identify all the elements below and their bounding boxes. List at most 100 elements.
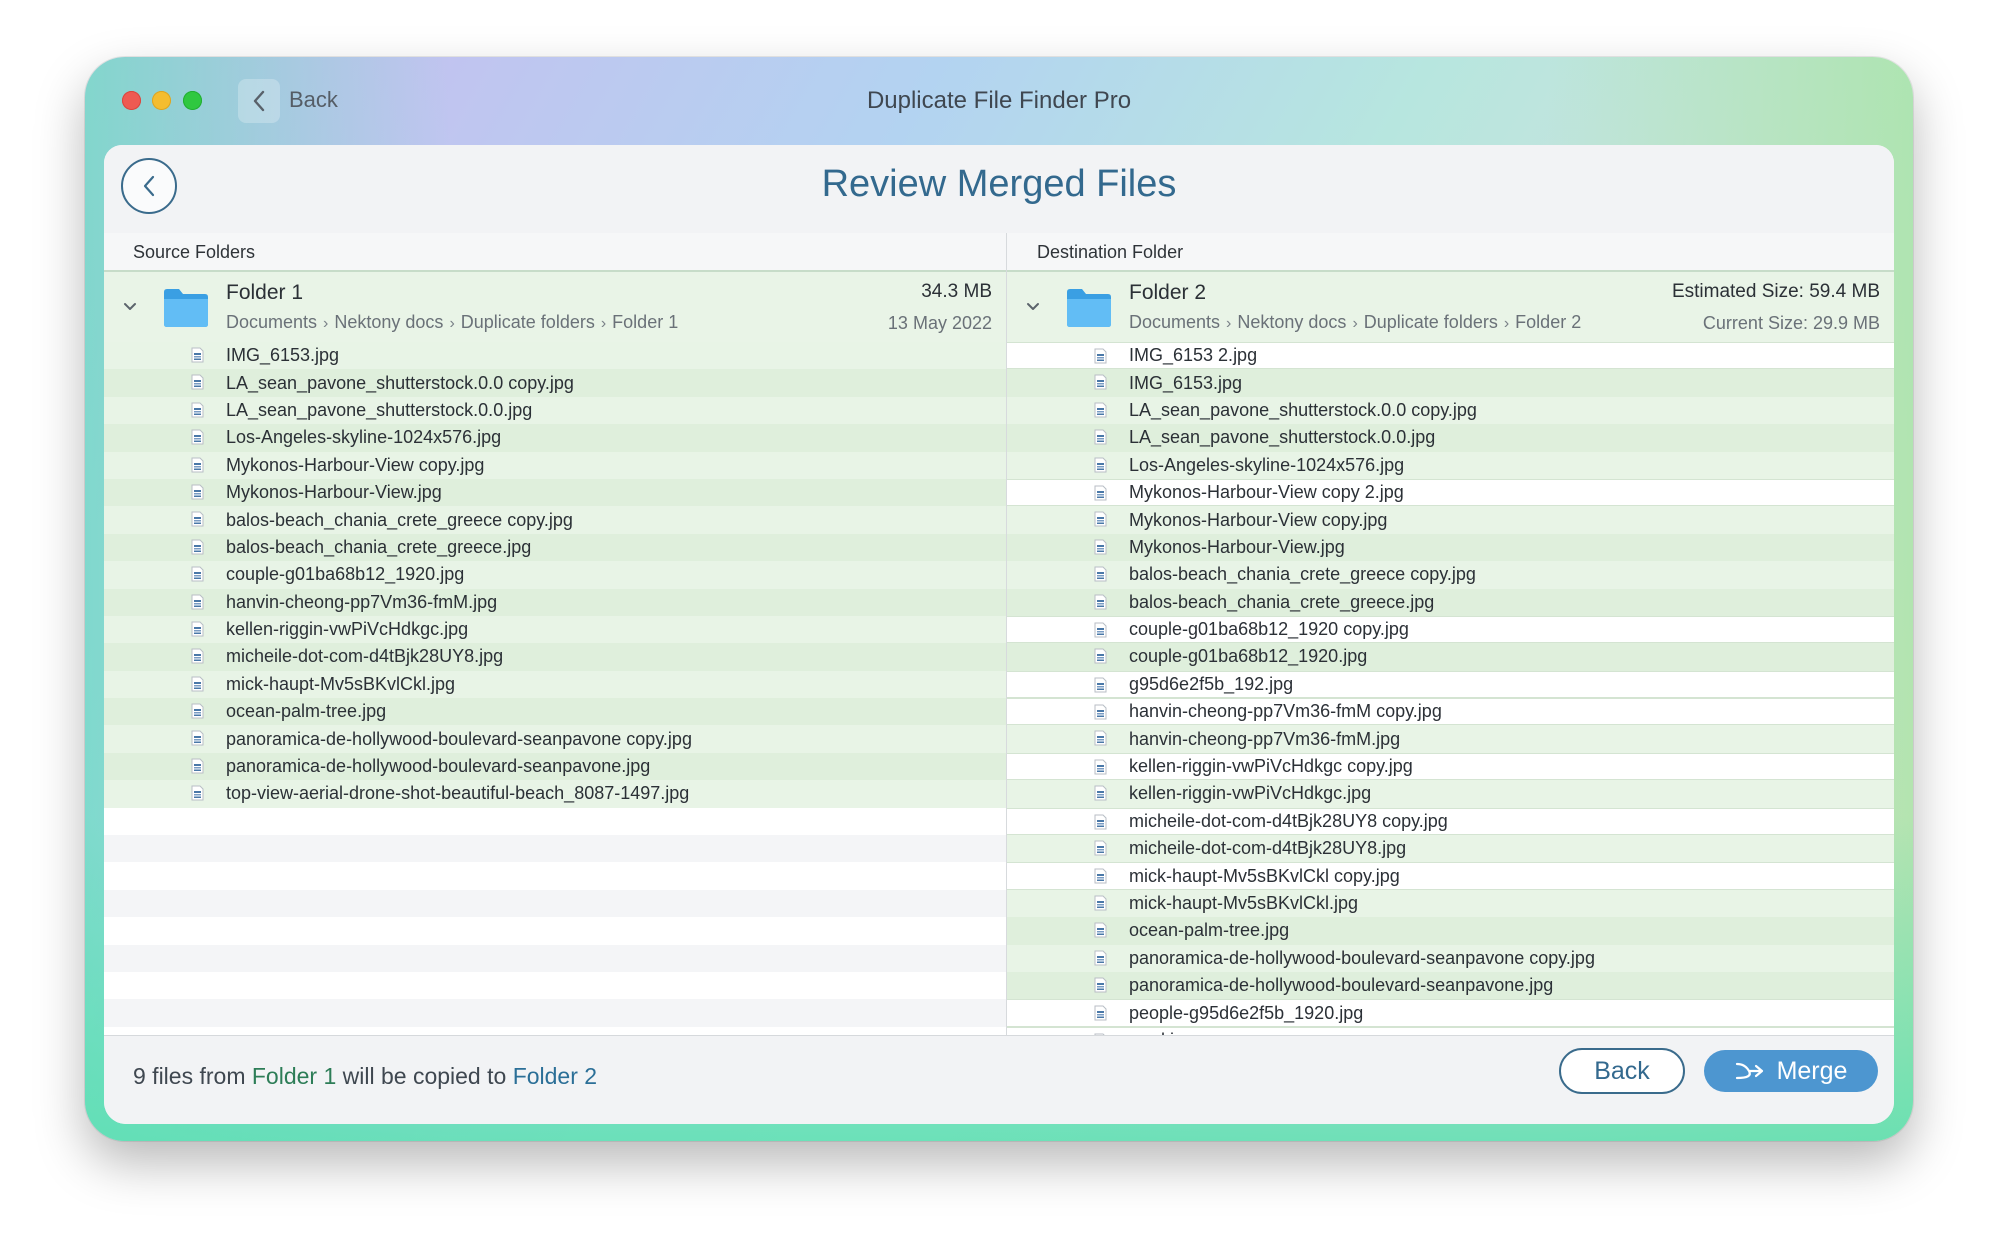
image-file-icon	[191, 457, 204, 473]
file-row[interactable]: Mykonos-Harbour-View.jpg	[104, 478, 1006, 507]
image-file-icon	[1094, 895, 1107, 911]
file-row[interactable]: LA_sean_pavone_shutterstock.0.0 copy.jpg	[104, 369, 1006, 397]
file-name: panoramica-de-hollywood-boulevard-seanpa…	[1129, 947, 1595, 968]
empty-row	[104, 862, 1006, 890]
file-name: kellen-riggin-vwPiVcHdkgc.jpg	[1129, 783, 1372, 804]
empty-row	[104, 1026, 1006, 1035]
file-row[interactable]: panoramica-de-hollywood-boulevard-seanpa…	[1007, 944, 1894, 972]
file-row[interactable]: kellen-riggin-vwPiVcHdkgc.jpg	[104, 615, 1006, 644]
breadcrumb-item[interactable]: Folder 2	[1515, 312, 1581, 332]
file-row[interactable]: IMG_6153 2.jpg	[1007, 342, 1894, 370]
merge-button-label: Merge	[1776, 1056, 1848, 1085]
file-name: hanvin-cheong-pp7Vm36-fmM.jpg	[1129, 728, 1401, 749]
breadcrumb-item[interactable]: Documents	[226, 312, 317, 332]
file-name: hanvin-cheong-pp7Vm36-fmM.jpg	[226, 591, 498, 612]
file-row[interactable]: hanvin-cheong-pp7Vm36-fmM.jpg	[104, 588, 1006, 616]
file-row[interactable]: hanvin-cheong-pp7Vm36-fmM copy.jpg	[1007, 698, 1894, 726]
file-name: couple-g01ba68b12_1920.jpg	[226, 564, 465, 585]
file-row[interactable]: g95d6e2f5b_192.jpg	[1007, 670, 1894, 699]
image-file-icon	[1094, 785, 1107, 801]
empty-row	[104, 971, 1006, 1000]
file-name: Mykonos-Harbour-View copy.jpg	[226, 454, 485, 475]
image-file-icon	[1094, 759, 1107, 775]
page-title: Review Merged Files	[821, 163, 1177, 205]
file-row[interactable]: LA_sean_pavone_shutterstock.0.0 copy.jpg	[1007, 396, 1894, 425]
file-name: mick-haupt-Mv5sBKvlCkl.jpg	[1129, 893, 1359, 913]
file-name: g95d6e2f5b_192.jpg	[1129, 673, 1294, 694]
source-folder-row[interactable]: Folder 1 Documents › Nektony docs › Duplicat…	[104, 272, 1006, 342]
breadcrumb-item[interactable]: Documents	[1129, 312, 1220, 332]
file-row[interactable]: Los-Angeles-skyline-1024x576.jpg	[104, 424, 1006, 452]
image-file-icon	[1094, 730, 1107, 746]
file-row[interactable]: people-g95d6e2f5b_1920.jpg	[1007, 999, 1894, 1027]
file-row[interactable]: couple-g01ba68b12_1920.jpg	[104, 561, 1006, 589]
file-row[interactable]: couple-g01ba68b12_1920 copy.jpg	[1007, 615, 1894, 644]
file-name: balos-beach_chania_crete_greece copy.jpg	[226, 509, 573, 530]
breadcrumb-item[interactable]: Folder 1	[612, 312, 678, 332]
breadcrumb-item[interactable]: Duplicate folders	[1364, 312, 1498, 332]
file-name: people-g95d6e2f5b_1920.jpg	[1129, 1002, 1364, 1023]
image-file-icon	[1094, 429, 1107, 445]
image-file-icon	[1094, 539, 1107, 555]
file-row[interactable]: micheile-dot-com-d4tBjk28UY8.jpg	[104, 643, 1006, 671]
title-bar: Back Duplicate File Finder Pro	[85, 57, 1913, 147]
summary-source-name: Folder 1	[251, 1063, 337, 1089]
file-row[interactable]: balos-beach_chania_crete_greece.jpg	[104, 533, 1006, 562]
destination-file-list: IMG_6153 2.jpg IMG_6153.jpg LA_sean_pavone…	[1007, 342, 1894, 1035]
chevron-down-icon[interactable]	[123, 302, 137, 312]
image-file-icon	[1094, 511, 1107, 527]
file-name: micheile-dot-com-d4tBjk28UY8 copy.jpg	[1129, 810, 1448, 831]
destination-folder-row[interactable]: Folder 2 Documents › Nektony docs › Duplicat…	[1007, 272, 1894, 342]
image-file-icon	[191, 566, 204, 582]
file-row[interactable]: ocean-palm-tree.jpg	[104, 698, 1006, 726]
chevron-down-icon[interactable]	[1026, 302, 1040, 312]
source-folder-date: 13 May 2022	[887, 313, 992, 333]
file-row[interactable]: Mykonos-Harbour-View copy.jpg	[104, 451, 1006, 479]
file-row[interactable]: hanvin-cheong-pp7Vm36-fmM.jpg	[1007, 725, 1894, 753]
file-row[interactable]: mick-haupt-Mv5sBKvlCkl copy.jpg	[1007, 862, 1894, 890]
file-row[interactable]: balos-beach_chania_crete_greece copy.jpg	[104, 506, 1006, 534]
back-button[interactable]: Back	[1559, 1048, 1685, 1094]
file-row[interactable]: Mykonos-Harbour-View copy 2.jpg	[1007, 478, 1894, 507]
file-row[interactable]: ocean-palm-tree.jpg	[1007, 917, 1894, 945]
file-name: ocean-palm-tree.jpg	[226, 701, 387, 722]
file-row[interactable]: micheile-dot-com-d4tBjk28UY8 copy.jpg	[1007, 807, 1894, 836]
breadcrumb-item[interactable]: Nektony docs	[334, 312, 443, 332]
file-row[interactable]: mick-haupt-Mv5sBKvlCkl.jpg	[1007, 889, 1894, 918]
file-row[interactable]: top-view-aerial-drone-shot-beautiful-bea…	[104, 780, 1006, 808]
image-file-icon	[191, 676, 204, 692]
file-row[interactable]: micheile-dot-com-d4tBjk28UY8.jpg	[1007, 835, 1894, 863]
file-row[interactable]: panoramica-de-hollywood-boulevard-seanpa…	[1007, 971, 1894, 1000]
file-name: Mykonos-Harbour-View copy.jpg	[1129, 509, 1388, 530]
breadcrumb-item[interactable]: Duplicate folders	[461, 312, 595, 332]
file-row[interactable]: kellen-riggin-vwPiVcHdkgc.jpg	[1007, 780, 1894, 808]
file-row[interactable]: Mykonos-Harbour-View.jpg	[1007, 533, 1894, 562]
file-name: top-view-aerial-drone-shot-beautiful-bea…	[226, 783, 690, 804]
file-name: IMG_6153.jpg	[226, 345, 340, 366]
file-row[interactable]: IMG_6153.jpg	[1007, 369, 1894, 397]
file-name: LA_sean_pavone_shutterstock.0.0 copy.jpg	[1129, 399, 1477, 420]
summary-destination-name: Folder 2	[512, 1063, 598, 1089]
file-row[interactable]: balos-beach_chania_crete_greece.jpg	[1007, 588, 1894, 616]
file-name: Mykonos-Harbour-View copy 2.jpg	[1129, 482, 1404, 503]
file-row[interactable]: LA_sean_pavone_shutterstock.0.0.jpg	[1007, 424, 1894, 452]
file-row[interactable]: panoramica-de-hollywood-boulevard-seanpa…	[104, 725, 1006, 753]
main-panel: Review Merged Files Source Folders Folde…	[104, 145, 1894, 1124]
file-row[interactable]: road.jpg	[1007, 1026, 1894, 1035]
file-row[interactable]: kellen-riggin-vwPiVcHdkgc copy.jpg	[1007, 752, 1894, 781]
file-row[interactable]: Mykonos-Harbour-View copy.jpg	[1007, 506, 1894, 534]
file-row[interactable]: panoramica-de-hollywood-boulevard-seanpa…	[104, 752, 1006, 781]
image-file-icon	[191, 648, 204, 664]
file-row[interactable]: couple-g01ba68b12_1920.jpg	[1007, 643, 1894, 671]
file-row[interactable]: Los-Angeles-skyline-1024x576.jpg	[1007, 451, 1894, 479]
file-row[interactable]: IMG_6153.jpg	[104, 342, 1006, 370]
file-row[interactable]: mick-haupt-Mv5sBKvlCkl.jpg	[104, 670, 1006, 699]
file-row[interactable]: balos-beach_chania_crete_greece copy.jpg	[1007, 561, 1894, 589]
merge-button[interactable]: Merge	[1704, 1050, 1878, 1092]
destination-current-size: Current Size: 29.9 MB	[1702, 313, 1880, 333]
image-file-icon	[1094, 402, 1107, 418]
image-file-icon	[1094, 566, 1107, 582]
breadcrumb-item[interactable]: Nektony docs	[1237, 312, 1346, 332]
file-row[interactable]: LA_sean_pavone_shutterstock.0.0.jpg	[104, 396, 1006, 425]
image-file-icon	[1094, 374, 1107, 390]
